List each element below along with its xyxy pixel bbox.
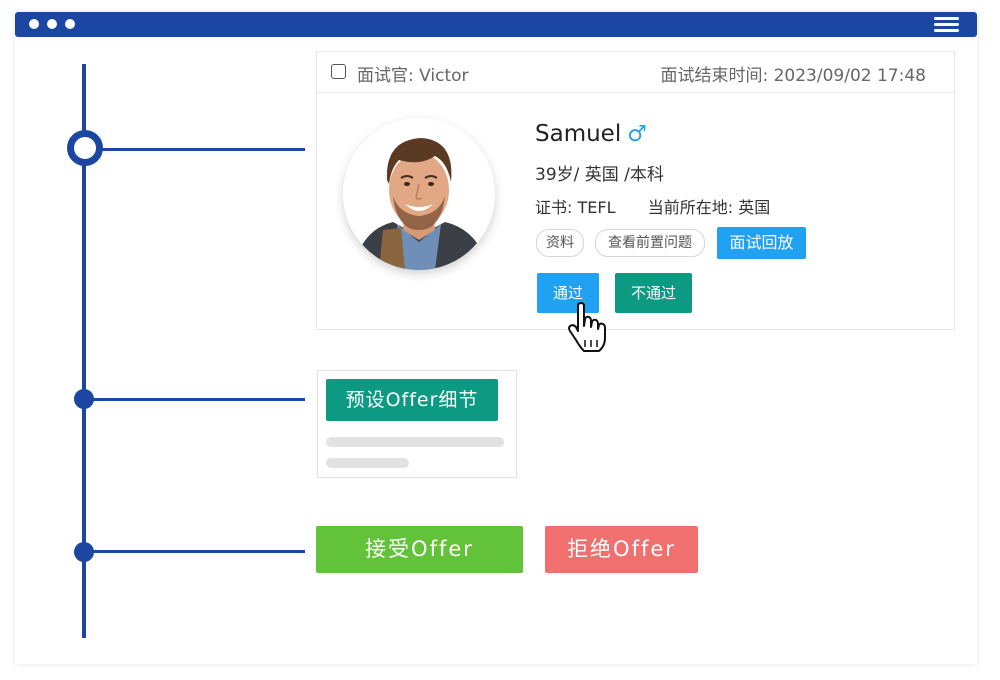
timeline-step-icon [74,389,94,409]
certificate-label: 证书: [535,198,573,217]
timeline-step-icon [74,542,94,562]
male-icon: ♂ [627,122,647,147]
candidate-photo [343,118,495,270]
interviewer-label: 面试官: [357,66,414,86]
candidate-name-row: Samuel ♂ [535,121,647,147]
window-dot-icon [29,19,39,29]
timeline-connector [84,148,305,151]
timeline-connector [84,398,305,401]
avatar [343,118,495,270]
location-label: 当前所在地: [647,198,734,217]
pre-questions-tag-button[interactable]: 查看前置问题 [595,229,705,257]
candidate-name: Samuel [535,121,622,147]
interviewer-info: 面试官: Victor [357,61,469,86]
title-bar [15,12,977,37]
certificate-value: TEFL [577,198,616,217]
preset-offer-detail-button[interactable]: 预设Offer细节 [326,379,498,421]
location-value: 英国 [738,198,771,217]
timeline-active-step-icon [67,130,103,166]
page: 面试官: Victor 面试结束时间: 2023/09/02 17:48 Sam… [0,0,1000,680]
placeholder-line [326,437,504,447]
fail-button[interactable]: 不通过 [615,273,692,313]
interview-card: 面试官: Victor 面试结束时间: 2023/09/02 17:48 Sam… [316,51,955,330]
end-time-label: 面试结束时间: [660,66,769,86]
offer-detail-card: 预设Offer细节 [317,370,517,478]
window-dot-icon [47,19,57,29]
interview-replay-button[interactable]: 面试回放 [717,227,806,259]
hand-pointer-icon [568,302,606,352]
hamburger-menu-icon[interactable] [934,17,959,32]
end-time-value: 2023/09/02 17:48 [773,66,926,86]
candidate-details: 39岁/ 英国 /本科 [535,165,664,185]
window-dot-icon [65,19,75,29]
profile-tag-button[interactable]: 资料 [536,229,584,257]
timeline-connector [84,550,305,553]
accept-offer-button[interactable]: 接受Offer [316,526,523,573]
interview-card-header: 面试官: Victor 面试结束时间: 2023/09/02 17:48 [317,52,954,93]
candidate-certificate-location: 证书: TEFL 当前所在地: 英国 [535,194,770,218]
select-checkbox[interactable] [331,64,346,79]
interviewer-name: Victor [419,66,469,86]
end-time-info: 面试结束时间: 2023/09/02 17:48 [660,61,926,86]
placeholder-line [326,458,409,468]
reject-offer-button[interactable]: 拒绝Offer [545,526,698,573]
